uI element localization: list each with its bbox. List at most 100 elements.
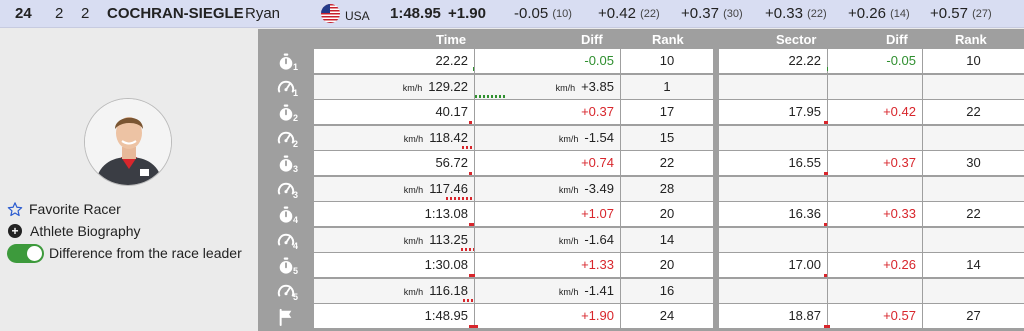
rank-cell: 20 (621, 202, 713, 226)
table-row[interactable]: 3 km/h 117.46 km/h -3.49 28 (258, 176, 1024, 203)
table-row[interactable]: 5 km/h 116.18 km/h -1.41 16 (258, 278, 1024, 305)
racer-header-row[interactable]: 24 2 2 COCHRAN-SIEGLE Ryan USA 1:48.95 +… (0, 0, 1024, 28)
table-row[interactable]: 2 40.17 +0.37 17 17.95 +0.42 22 (258, 100, 1024, 126)
table-row[interactable]: 4 1:13.08 +1.07 20 16.36 +0.33 22 (258, 202, 1024, 228)
sector-difference-indicator (824, 171, 828, 175)
table-row[interactable]: 3 56.72 +0.74 22 16.55 +0.37 30 (258, 151, 1024, 177)
header-sector-rank: Rank (955, 32, 987, 47)
split-rank: (10) (552, 8, 572, 20)
table-header: Time Diff Rank Sector Diff Rank (258, 29, 1024, 48)
sector-cell: 18.87 (719, 304, 827, 328)
difference-indicator (446, 197, 474, 200)
athlete-biography-link[interactable]: + Athlete Biography (7, 220, 242, 242)
unit-label: km/h (558, 184, 579, 195)
checkpoint-index: 1 (293, 87, 299, 98)
speedometer-icon: 1 (258, 75, 314, 101)
sector-diff-cell (828, 278, 922, 303)
difference-indicator (460, 248, 474, 251)
diff-cell: +1.07 (475, 202, 620, 226)
table-row[interactable]: 4 km/h 113.25 km/h -1.64 14 (258, 227, 1024, 254)
time-value: 56.72 (435, 155, 468, 170)
split-diff: +0.33 (765, 5, 803, 22)
rank-cell: 14 (621, 227, 713, 252)
diff-value: +0.37 (581, 104, 614, 119)
difference-indicator (462, 299, 474, 302)
rank-cell: 1 (621, 74, 713, 99)
speed-diff-value: -3.49 (584, 180, 614, 196)
split-rank: (14) (890, 8, 910, 20)
unit-label: km/h (558, 286, 579, 297)
sector-cell: 16.36 (719, 202, 827, 226)
rank-cell: 15 (621, 125, 713, 150)
speed-diff-cell: km/h -1.41 (475, 278, 620, 303)
header-split-6: +0.57 (27) (930, 5, 992, 23)
difference-indicator (469, 273, 475, 277)
time-value: 1:48.95 (424, 308, 468, 323)
sector-value: 22.22 (788, 53, 821, 68)
unit-label: km/h (558, 235, 579, 246)
header-value: 2 (81, 5, 90, 22)
sector-cell (719, 278, 827, 303)
header-split-1: -0.05 (10) (514, 5, 572, 23)
sector-cell (719, 227, 827, 252)
diff-value: -0.05 (584, 53, 614, 68)
toggle-switch[interactable] (7, 243, 44, 263)
table-row[interactable]: 1:48.95 +1.90 24 18.87 +0.57 27 (258, 304, 1024, 330)
diff-cell: -0.05 (475, 49, 620, 73)
run-number: 2 (55, 5, 64, 22)
sector-value: 17.95 (788, 104, 821, 119)
sector-cell (719, 176, 827, 201)
usa-flag-icon (321, 4, 340, 23)
unit-label: km/h (402, 82, 423, 93)
speed-value: 117.46 (429, 180, 468, 196)
sector-value: 16.55 (788, 155, 821, 170)
unit-label: km/h (403, 184, 424, 195)
favorite-racer-label: Favorite Racer (29, 201, 121, 217)
speed-diff-value: +3.85 (581, 78, 614, 94)
bib-number: 24 (15, 5, 32, 22)
speed-value: 118.42 (429, 129, 468, 145)
table-row[interactable]: 2 km/h 118.42 km/h -1.54 15 (258, 125, 1024, 152)
table-row[interactable]: 1 km/h 129.22 km/h +3.85 1 (258, 74, 1024, 101)
checkpoint-index: 4 (293, 215, 299, 225)
header-diff: Diff (581, 32, 603, 47)
rank-cell: 16 (621, 278, 713, 303)
time-cell: 1:13.08 (314, 202, 474, 226)
header-sector-diff: Diff (886, 32, 908, 47)
stopwatch-icon: 3 (258, 151, 314, 177)
unit-label: km/h (403, 235, 424, 246)
checkpoint-index: 5 (293, 291, 299, 302)
speed-diff-value: -1.41 (584, 282, 614, 298)
rank-cell: 10 (621, 49, 713, 73)
leader-difference-toggle[interactable]: Difference from the race leader (7, 242, 242, 264)
sector-diff-cell: +0.33 (828, 202, 922, 226)
sector-rank-cell (923, 125, 1024, 150)
table-row[interactable]: 5 1:30.08 +1.33 20 17.00 +0.26 14 (258, 253, 1024, 279)
time-value: 22.22 (435, 53, 468, 68)
table-row[interactable]: 1 22.22 -0.05 10 22.22 -0.05 10 (258, 49, 1024, 75)
total-diff: +1.90 (448, 5, 486, 22)
sector-diff-cell: +0.37 (828, 151, 922, 175)
sector-diff-value: -0.05 (886, 53, 916, 68)
time-cell: 22.22 (314, 49, 474, 73)
split-rank: (22) (807, 8, 827, 20)
sector-diff-value: +0.33 (883, 206, 916, 221)
checkpoint-index: 3 (293, 189, 299, 200)
athlete-avatar (84, 98, 172, 186)
favorite-racer-link[interactable]: Favorite Racer (7, 198, 242, 220)
checkpoint-index: 3 (293, 164, 299, 174)
rank-cell: 22 (621, 151, 713, 175)
header-split-4: +0.33 (22) (765, 5, 827, 23)
split-rank: (30) (723, 8, 743, 20)
rank-cell: 28 (621, 176, 713, 201)
diff-value: +0.74 (581, 155, 614, 170)
finish-flag-icon (258, 304, 314, 330)
header-split-5: +0.26 (14) (848, 5, 910, 23)
unit-label: km/h (555, 82, 576, 93)
sector-rank-cell: 22 (923, 202, 1024, 226)
speed-value: 113.25 (429, 231, 468, 247)
speed-value: 116.18 (429, 282, 468, 298)
sector-value: 17.00 (788, 257, 821, 272)
split-rank: (22) (640, 8, 660, 20)
toggle-label: Difference from the race leader (49, 245, 242, 261)
